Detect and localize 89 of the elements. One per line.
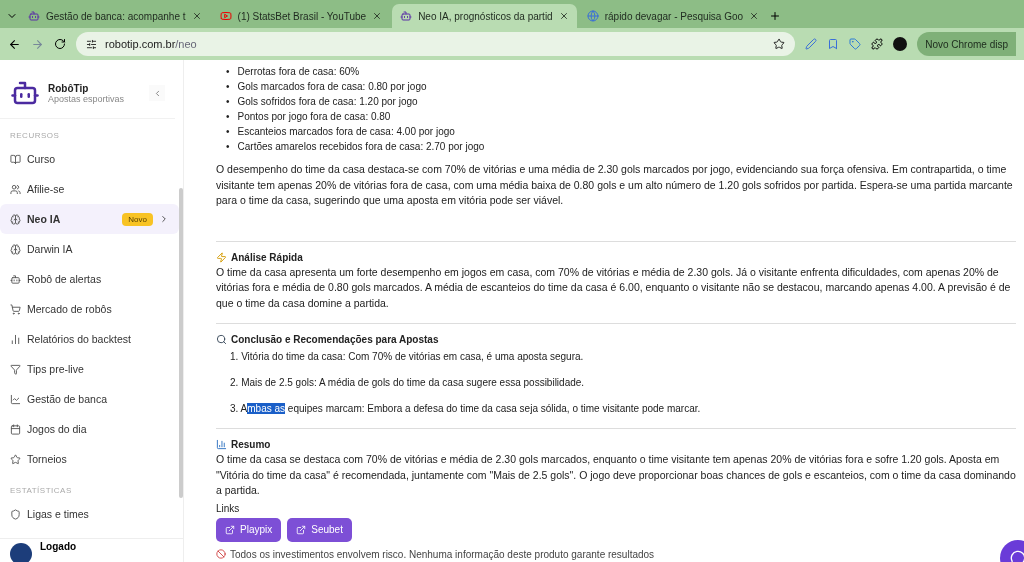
- filter-icon: [10, 363, 21, 375]
- profile-button[interactable]: Novo Chrome disp: [917, 32, 1016, 56]
- star-icon: [10, 453, 21, 465]
- bullet-mark: •: [226, 95, 230, 109]
- brand-tagline: Apostas esportivas: [48, 93, 126, 104]
- new-badge: Novo: [122, 212, 153, 226]
- pen-icon[interactable]: [805, 38, 818, 50]
- robot-icon: [10, 273, 21, 285]
- link-button[interactable]: Seubet: [287, 517, 352, 542]
- url-text: robotip.com.br/neo: [105, 38, 197, 50]
- lightning-icon: [216, 251, 227, 263]
- close-icon[interactable]: [749, 11, 760, 21]
- warning-icon: [216, 549, 226, 559]
- shield-icon: [10, 508, 21, 520]
- back-icon[interactable]: [8, 37, 21, 51]
- scrollbar[interactable]: [179, 188, 183, 498]
- brain-icon: [10, 213, 21, 225]
- list-item: Cartões amarelos recebidos fora de casa: 2.70 por jogo: [237, 140, 485, 154]
- browser-tab[interactable]: Gestão de banca: acompanhe t: [20, 4, 210, 28]
- people-icon: [10, 183, 21, 195]
- line-chart-icon: [10, 393, 21, 405]
- disclaimer-text: Todos os investimentos envolvem risco. Nenhuma informação deste produto garante resultados: [230, 548, 655, 560]
- browser-tab[interactable]: (1) StatsBet Brasil - YouTube: [211, 4, 391, 28]
- sidebar-item[interactable]: Robô de alertas: [0, 264, 179, 294]
- close-icon[interactable]: [191, 11, 202, 21]
- search-icon: [216, 334, 227, 345]
- list-item: Pontos por jogo fora de casa: 0.80: [237, 110, 391, 124]
- bullet-mark: •: [226, 80, 230, 94]
- extensions-icon[interactable]: [871, 38, 884, 50]
- link-button[interactable]: Playpix: [216, 517, 282, 542]
- sidebar-item[interactable]: Torneios: [0, 444, 179, 474]
- sidebar-item[interactable]: Gestão de banca: [0, 384, 179, 414]
- browser-tab[interactable]: Neo IA, prognósticos da partid: [392, 4, 577, 28]
- close-icon[interactable]: [372, 11, 383, 21]
- reload-icon[interactable]: [54, 38, 66, 50]
- bullet-mark: •: [226, 65, 230, 79]
- robot-icon: [28, 10, 40, 22]
- sidebar-item[interactable]: Mercado de robôs: [0, 294, 179, 324]
- tag-icon[interactable]: [849, 38, 862, 50]
- video-icon: [219, 10, 232, 22]
- bookmark-icon[interactable]: [827, 38, 840, 50]
- bar-chart-icon: [216, 439, 227, 450]
- user-name: Logado: [40, 540, 78, 552]
- external-link-icon: [296, 524, 307, 535]
- calendar-icon: [10, 423, 21, 435]
- links-heading: Links: [216, 502, 241, 514]
- paragraph: O time da casa apresenta um forte desempenho em jogos em casa, com 70% de vitórias e média de 2.30 gols. Já o visitante enfrenta dificuldades, com apenas 20% de vitórias fora e média de 0.80 gols marcados. A média de escanteios do time da casa é 6.00, enquanto o visitante não se destacou, marcando apenas 4.00. A previsão é de que o time da casa domine a partida.: [216, 264, 1012, 311]
- address-bar[interactable]: robotip.com.br/neo: [76, 32, 796, 56]
- sidebar-item[interactable]: Jogos do dia: [0, 414, 179, 444]
- globe-icon: [586, 10, 599, 22]
- numbered-item: 2. Mais de 2.5 gols: A média de gols do time da casa sugere essa possibilidade.: [230, 376, 586, 390]
- close-icon[interactable]: [558, 11, 569, 21]
- list-item: Gols marcados fora de casa: 0.80 por jogo: [237, 80, 427, 94]
- section-heading: RECURSOS: [9, 130, 61, 142]
- numbered-item: 1. Vitória do time da casa: Com 70% de vitórias em casa, é uma aposta segura.: [230, 350, 585, 364]
- user-avatar: [10, 543, 32, 562]
- bullet-mark: •: [226, 110, 230, 124]
- sidebar-item[interactable]: Tips pre-live: [0, 354, 179, 384]
- list-item: Gols sofridos fora de casa: 1.20 por jogo: [237, 95, 418, 109]
- section-title: Conclusão e Recomendações para Apostas: [231, 334, 439, 345]
- sidebar-item[interactable]: Relatórios do backtest: [0, 324, 179, 354]
- external-link-icon: [225, 524, 235, 535]
- robot-icon: [400, 10, 413, 22]
- section-title: Análise Rápida: [231, 251, 303, 263]
- brain-icon: [10, 243, 21, 255]
- paragraph: O desempenho do time da casa destaca-se com 70% de vitórias e uma média de 2.30 gols marcados por jogo, evidenciando sua força ofensiva. Em contrapartida, o time visitante tem apenas 20% de vitórias fora de casa, com uma média baixa de 0.80 gols e um alto número de 1.20 gols sofridos por partida. Espera-se uma partida marcante para o time da casa, sugerindo que uma aposta em vitória pode ser viável.: [216, 162, 1014, 208]
- sidebar-item[interactable]: Darwin IA: [0, 234, 179, 264]
- bullet-mark: •: [226, 125, 230, 139]
- bullet-mark: •: [226, 140, 230, 154]
- numbered-item: 3. Ambas as equipes marcam: Embora a defesa do time da casa seja sólida, o time visitante pode marcar.: [230, 402, 702, 416]
- list-item: Escanteios marcados fora de casa: 4.00 por jogo: [237, 125, 455, 139]
- bar-chart-icon: [10, 333, 21, 345]
- sidebar-item[interactable]: Ligas e times: [0, 499, 179, 529]
- list-item: Derrotas fora de casa: 60%: [237, 65, 360, 79]
- sidebar-item[interactable]: Neo IA Novo: [0, 204, 179, 234]
- cart-icon: [10, 303, 21, 315]
- section-heading: ESTATÍSTICAS: [9, 485, 73, 497]
- site-settings-icon[interactable]: [86, 38, 97, 50]
- browser-tab[interactable]: rápido devagar - Pesquisa Goo: [578, 4, 768, 28]
- new-tab-icon[interactable]: [769, 10, 782, 22]
- book-icon: [10, 153, 21, 165]
- profile-avatar[interactable]: [893, 37, 908, 51]
- brand-name: RobôTip: [48, 82, 90, 94]
- chevron-icon: [159, 214, 169, 224]
- section-title: Resumo: [231, 439, 271, 450]
- paragraph: O time da casa se destaca com 70% de vitórias e média de 2.30 gols marcados, enquanto o time visitante tem apenas 20% de vitórias fora e sofre 1.20 gols. Aposta em "Vitória do time da casa" é recomendada, juntamente com "Mais de 2.5 gols". O jogo deve proporcionar boas chances de gols e escanteios, com o time da casa dominando a partida.: [216, 452, 1016, 498]
- sidebar-item[interactable]: Afilie-se: [0, 174, 179, 204]
- bookmark-star-icon[interactable]: [773, 38, 786, 50]
- sidebar-item[interactable]: Curso: [0, 144, 179, 174]
